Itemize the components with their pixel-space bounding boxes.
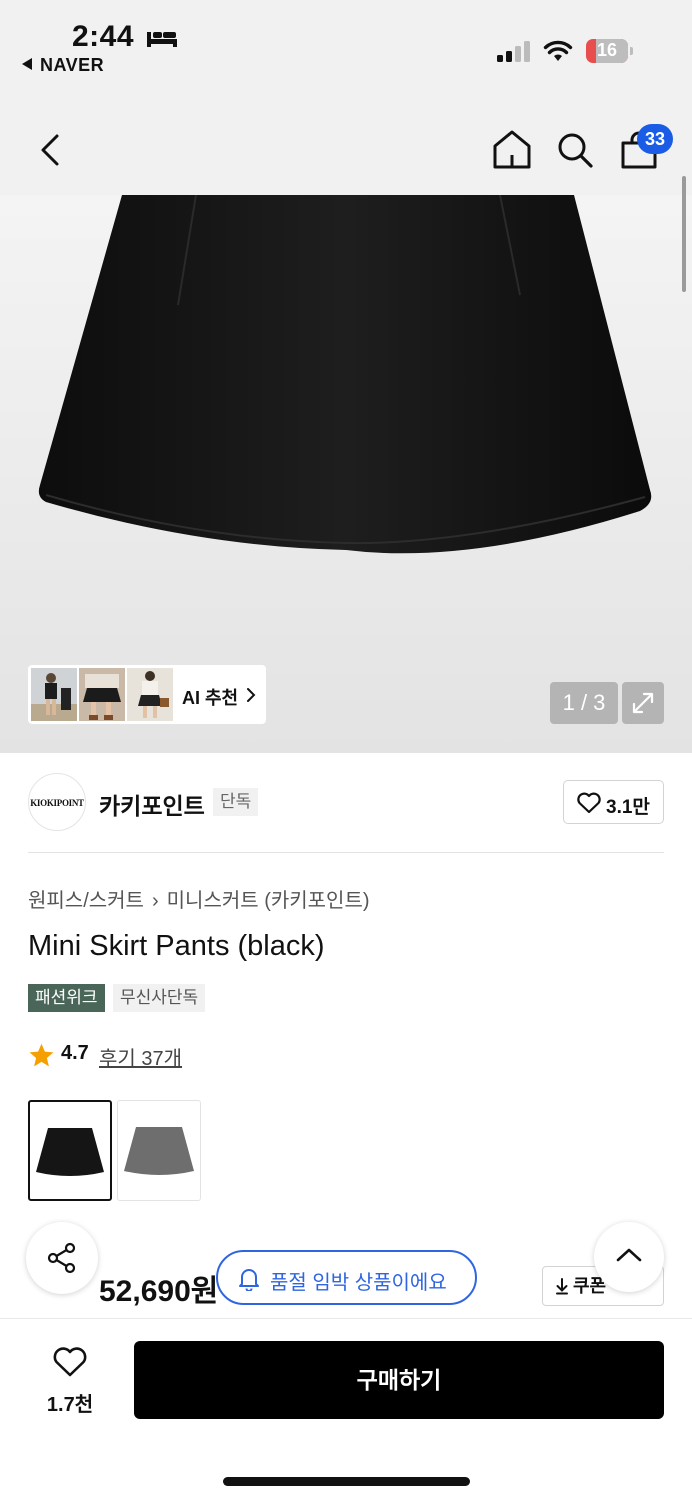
reviews-link[interactable]: 후기 37개 (99, 1042, 182, 1071)
rating-score: 4.7 (61, 1042, 89, 1064)
wishlist-count: 1.7천 (46, 1394, 94, 1416)
bell-icon (239, 1269, 259, 1291)
color-option-gray[interactable] (117, 1100, 201, 1201)
back-to-app-link[interactable]: NAVER (22, 55, 104, 76)
product-title: Mini Skirt Pants (black) (28, 930, 325, 962)
breadcrumb: 원피스/스커트 › 미니스커트 (카키포인트) (28, 884, 370, 913)
battery-indicator: 16 (586, 39, 633, 63)
brand-exclusive-tag: 단독 (213, 788, 259, 816)
ai-thumbnail-2 (79, 668, 125, 721)
image-page-indicator: 1 / 3 (550, 682, 618, 724)
page-scrollbar[interactable] (682, 176, 686, 292)
ai-thumbnail-3 (127, 668, 173, 721)
chevron-right-icon (247, 688, 256, 702)
wishlist-button[interactable]: 1.7천 (28, 1344, 112, 1419)
heart-icon (53, 1347, 87, 1377)
home-icon[interactable] (492, 129, 532, 169)
breadcrumb-separator-icon: › (151, 890, 159, 912)
low-stock-toast: 품절 임박 상품이에요 (216, 1250, 477, 1305)
back-icon[interactable] (38, 133, 62, 167)
ai-recommend-button[interactable]: AI 추천 (28, 665, 266, 724)
breadcrumb-category[interactable]: 원피스/스커트 (28, 890, 144, 912)
expand-icon (632, 692, 654, 714)
bottom-bar-divider (0, 1318, 692, 1319)
breadcrumb-subcategory[interactable]: 미니스커트 (카키포인트) (167, 890, 370, 912)
brand-like-count: 3.1만 (606, 797, 650, 818)
back-app-label: NAVER (40, 55, 105, 75)
heart-icon (577, 792, 601, 814)
ai-recommend-label: AI 추천 (182, 688, 239, 708)
buy-button[interactable]: 구매하기 (134, 1341, 664, 1419)
brand-logo[interactable]: KIOKIPOINT (28, 773, 86, 831)
black-skirt-thumbnail (36, 1128, 104, 1176)
cart-count-badge: 33 (637, 124, 673, 154)
brand-like-button[interactable]: 3.1만 (563, 780, 664, 824)
cellular-signal-icon (497, 41, 530, 62)
musinsa-exclusive-tag: 무신사단독 (113, 984, 206, 1012)
status-time: 2:44 (72, 20, 135, 53)
section-divider (28, 852, 664, 853)
home-indicator[interactable] (223, 1477, 470, 1486)
low-stock-message: 품절 임박 상품이에요 (270, 1272, 447, 1294)
brand-name[interactable]: 카키포인트 (99, 787, 205, 821)
scroll-to-top-button[interactable] (594, 1222, 664, 1292)
color-option-black[interactable] (28, 1100, 112, 1201)
star-icon (29, 1043, 54, 1067)
share-icon (47, 1242, 76, 1274)
battery-level: 16 (596, 40, 618, 60)
download-icon (556, 1278, 568, 1295)
status-bar: 2:44 NAVER 16 (0, 0, 692, 80)
current-price: 52,690원 (99, 1275, 219, 1308)
wifi-icon (543, 40, 573, 61)
fashion-week-tag: 패션위크 (28, 984, 105, 1012)
chevron-up-icon (616, 1248, 642, 1262)
gray-skirt-thumbnail (124, 1127, 194, 1175)
ai-thumbnail-1 (31, 668, 77, 721)
expand-image-button[interactable] (622, 682, 664, 724)
share-button[interactable] (26, 1222, 98, 1294)
sleep-icon (147, 32, 177, 47)
search-icon[interactable] (556, 131, 594, 169)
back-triangle-icon (22, 58, 32, 70)
